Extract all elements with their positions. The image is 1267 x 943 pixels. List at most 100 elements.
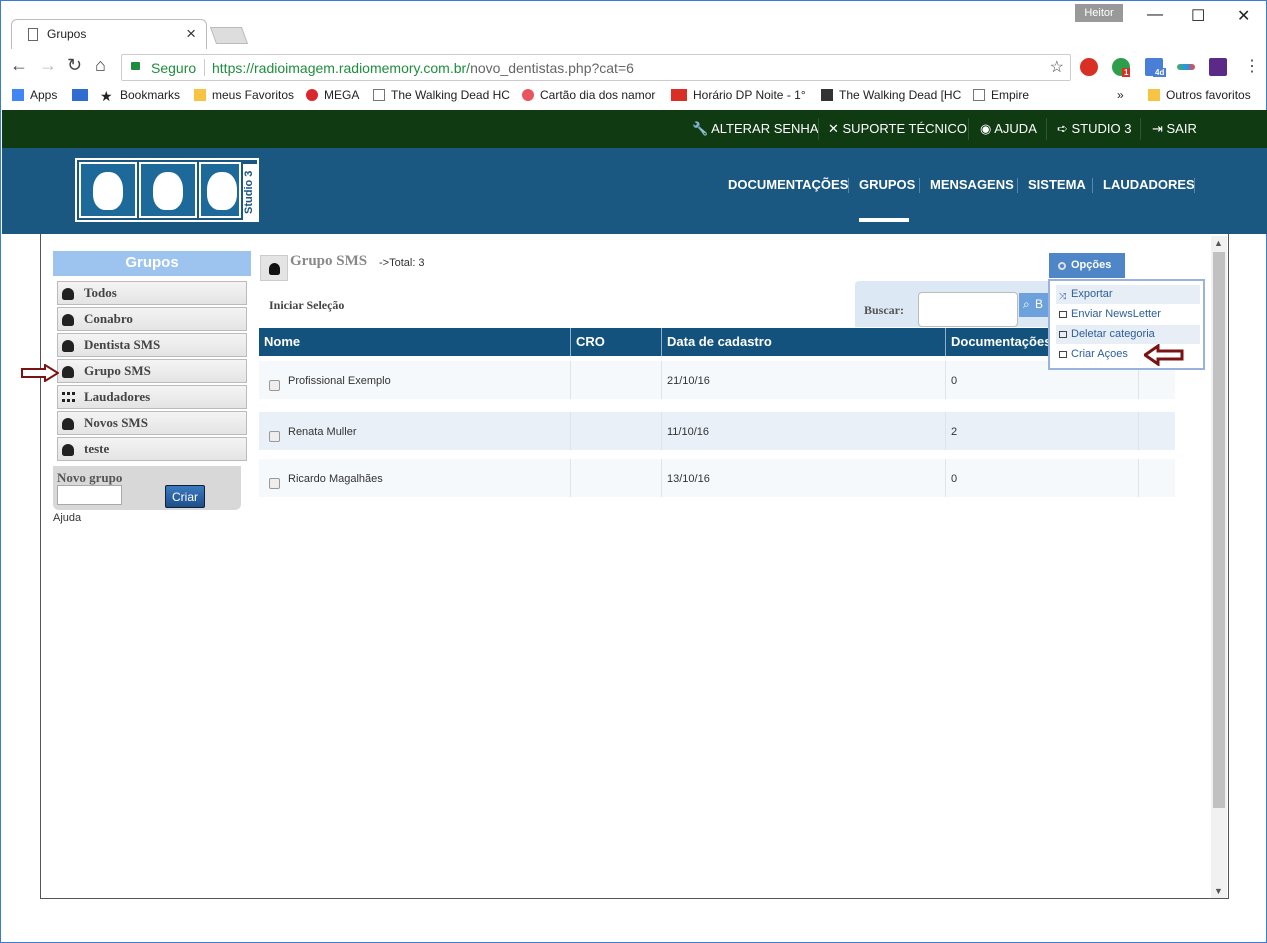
plus-box-icon <box>1059 351 1067 358</box>
annotation-arrow-left-icon <box>1144 344 1184 366</box>
table-row[interactable]: Renata Muller 11/10/16 2 <box>259 412 1175 450</box>
ext-icon[interactable] <box>1209 58 1227 76</box>
close-tab-icon[interactable]: × <box>186 24 196 44</box>
page-icon <box>373 89 385 101</box>
browser-tab[interactable]: Grupos × <box>11 19 207 49</box>
minimize-icon[interactable]: — <box>1147 6 1163 24</box>
scroll-down-icon[interactable]: ▼ <box>1214 886 1223 896</box>
ext-icon[interactable]: 4d <box>1145 58 1167 77</box>
search-panel: Buscar: ⌕ B <box>855 281 1051 327</box>
rainbow-ext-icon[interactable] <box>1177 64 1195 70</box>
bookmark-cartao[interactable]: Cartão dia dos namor <box>522 88 655 102</box>
gear-icon <box>1058 262 1066 270</box>
cell-docs: 0 <box>951 375 958 387</box>
menu-mensagens[interactable]: MENSAGENS <box>930 177 1014 192</box>
cell-name: Profissional Exemplo <box>288 375 391 387</box>
divider <box>1140 118 1141 140</box>
divider <box>1194 178 1195 193</box>
shuffle-icon: ⤨ <box>1059 291 1067 301</box>
search-label: Buscar: <box>864 303 904 317</box>
address-bar[interactable]: Seguro https://radioimagem.radiomemory.c… <box>121 54 1071 81</box>
lock-icon <box>131 62 140 70</box>
bookmark-other[interactable]: Outros favoritos <box>1148 88 1251 102</box>
figure-icon <box>821 89 833 101</box>
cell-date: 21/10/16 <box>667 375 710 387</box>
logo[interactable]: Studio 3 <box>75 158 259 222</box>
sair-link[interactable]: ⇥ SAIR <box>1152 121 1197 137</box>
ext-icon[interactable]: 1 <box>1112 58 1131 77</box>
new-tab-button[interactable] <box>209 27 249 44</box>
close-window-icon[interactable]: ✕ <box>1237 6 1250 26</box>
profile-badge[interactable]: Heitor <box>1075 4 1123 22</box>
group-item-laudadores[interactable]: Laudadores <box>57 385 247 409</box>
home-icon[interactable]: ⌂ <box>95 55 106 76</box>
group-item-novos-sms[interactable]: Novos SMS <box>57 411 247 435</box>
bookmark-horario[interactable]: Horário DP Noite - 1° <box>671 88 806 102</box>
group-item-dentista-sms[interactable]: Dentista SMS <box>57 333 247 357</box>
bookmark-star-icon[interactable]: ☆ <box>1050 57 1064 77</box>
suporte-link[interactable]: ✕ SUPORTE TÉCNICO <box>828 121 967 137</box>
forward-icon[interactable]: → <box>39 55 57 76</box>
start-selection-link[interactable]: Iniciar Seleção <box>269 298 344 313</box>
scroll-up-icon[interactable]: ▲ <box>1214 238 1223 248</box>
cell-name: Renata Muller <box>288 426 357 438</box>
trash-icon <box>1059 331 1067 338</box>
cell-date: 13/10/16 <box>667 473 710 485</box>
column-header-nome[interactable]: Nome <box>264 334 300 349</box>
scroll-thumb[interactable] <box>1213 252 1225 808</box>
scrollbar[interactable]: ▲ ▼ <box>1211 236 1227 898</box>
search-button[interactable]: ⌕ B <box>1019 293 1051 317</box>
divider <box>945 361 946 399</box>
bookmark-apps[interactable]: Apps <box>12 88 57 102</box>
bookmark-folder[interactable]: meus Favoritos <box>194 88 294 102</box>
menu-documentacoes[interactable]: DOCUMENTAÇÕES <box>728 177 848 192</box>
divider <box>204 59 205 76</box>
menu-icon[interactable]: ⋮ <box>1244 56 1260 76</box>
mega-icon <box>306 89 318 101</box>
row-checkbox[interactable] <box>269 478 280 489</box>
table-row[interactable]: Profissional Exemplo 21/10/16 0 <box>259 361 1175 399</box>
folder-icon <box>1148 89 1160 101</box>
annotation-arrow-right-icon <box>21 364 59 382</box>
group-item-grupo-sms[interactable]: Grupo SMS <box>57 359 247 383</box>
table-row[interactable]: Ricardo Magalhães 13/10/16 0 <box>259 459 1175 497</box>
row-checkbox[interactable] <box>269 431 280 442</box>
column-header-data[interactable]: Data de cadastro <box>667 334 772 349</box>
url-text: https://radioimagem.radiomemory.com.br/n… <box>212 60 634 76</box>
bookmark-walking-dead-2[interactable]: The Walking Dead [HC <box>821 88 961 102</box>
menu-item-exportar[interactable]: ⤨ Exportar <box>1056 285 1200 304</box>
bookmarks-overflow-icon[interactable]: » <box>1117 88 1124 102</box>
row-checkbox[interactable] <box>269 380 280 391</box>
bookmark-empire[interactable]: Empire <box>973 88 1029 102</box>
bookmark-walking-dead[interactable]: The Walking Dead HC <box>373 88 510 102</box>
group-item-teste[interactable]: teste <box>57 437 247 461</box>
group-item-conabro[interactable]: Conabro <box>57 307 247 331</box>
menu-item-deletar[interactable]: Deletar categoria <box>1056 325 1200 344</box>
menu-sistema[interactable]: SISTEMA <box>1028 177 1086 192</box>
new-group-input[interactable] <box>57 485 122 505</box>
bookmarks-bar: Apps ★ Bookmarks meus Favoritos MEGA The … <box>1 85 1266 107</box>
divider <box>1017 178 1018 193</box>
search-input[interactable] <box>918 292 1018 327</box>
bookmark-calendar[interactable] <box>72 88 94 102</box>
column-header-documentacoes[interactable]: Documentações <box>951 334 1051 349</box>
column-header-cro[interactable]: CRO <box>576 334 605 349</box>
options-button[interactable]: Opções <box>1049 253 1125 278</box>
ajuda-link[interactable]: ◉ AJUDA <box>980 121 1037 137</box>
menu-grupos[interactable]: GRUPOS <box>859 177 915 192</box>
create-group-button[interactable]: Criar <box>165 485 205 508</box>
divider <box>968 118 969 140</box>
menu-laudadores[interactable]: LAUDADORES <box>1103 177 1195 192</box>
group-item-todos[interactable]: Todos <box>57 281 247 305</box>
studio3-link[interactable]: ➪ STUDIO 3 <box>1057 121 1131 137</box>
bookmark-bookmarks[interactable]: ★ Bookmarks <box>100 88 180 104</box>
help-link[interactable]: Ajuda <box>53 512 81 524</box>
maximize-icon[interactable]: ☐ <box>1191 6 1205 26</box>
divider <box>661 412 662 450</box>
opera-ext-icon[interactable] <box>1080 58 1098 76</box>
reload-icon[interactable]: ↻ <box>67 55 82 76</box>
alterar-senha-link[interactable]: 🔧 ALTERAR SENHA <box>692 121 819 137</box>
back-icon[interactable]: ← <box>10 55 28 76</box>
menu-item-newsletter[interactable]: Enviar NewsLetter <box>1056 305 1200 324</box>
bookmark-mega[interactable]: MEGA <box>306 88 359 102</box>
